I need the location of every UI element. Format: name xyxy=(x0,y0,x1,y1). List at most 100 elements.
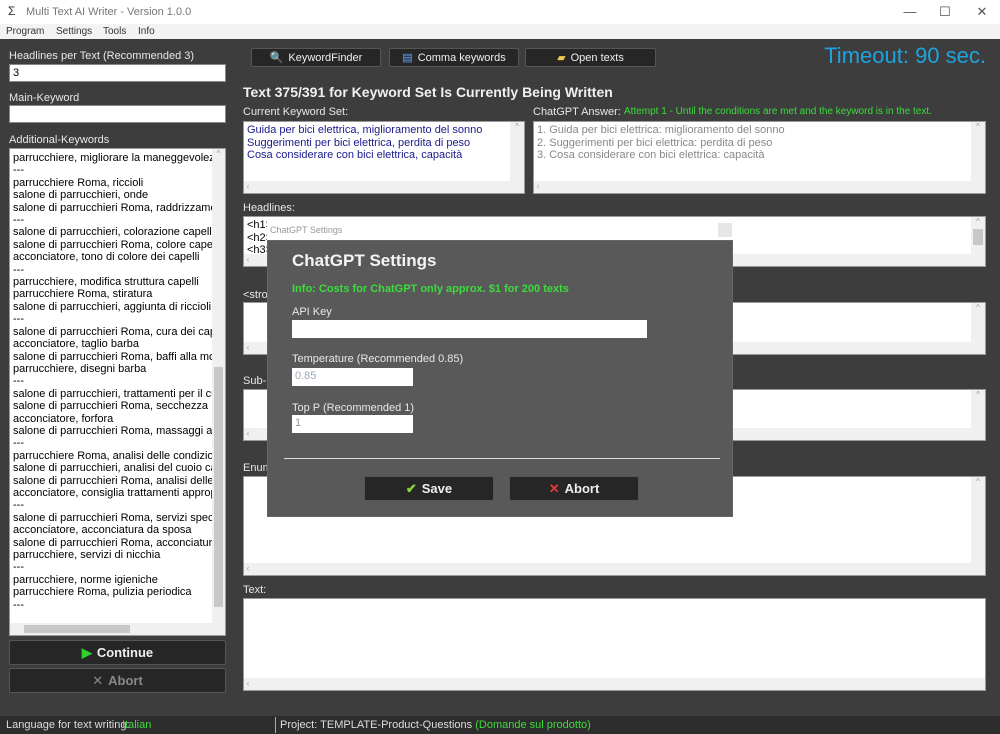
temperature-label: Temperature (Recommended 0.85) xyxy=(292,353,464,365)
keyword-line: salone di parrucchieri, aggiunta di ricc… xyxy=(13,300,212,313)
divider xyxy=(284,458,720,459)
main-keyword-label: Main-Keyword xyxy=(9,92,80,104)
menu-settings[interactable]: Settings xyxy=(56,26,92,37)
language-value: Italian xyxy=(122,719,152,731)
maximize-button[interactable]: ☐ xyxy=(930,4,960,20)
keyword-line: acconciatore, tono di colore dei capelli xyxy=(13,251,200,264)
comma-keywords-button[interactable]: ▤ Comma keywords xyxy=(389,48,519,67)
keyword-line: --- xyxy=(13,263,24,276)
keyword-line: salone di parrucchieri Roma, analisi del… xyxy=(13,474,214,487)
chatgpt-answer-textarea[interactable]: 1. Guida per bici elettrica: miglioramen… xyxy=(533,121,986,194)
keyword-line: --- xyxy=(13,499,24,512)
vertical-scrollbar[interactable]: ^ xyxy=(971,303,985,342)
horizontal-scrollbar[interactable]: ‹ xyxy=(244,563,985,575)
keyword-line: --- xyxy=(13,561,24,574)
keyword-line: --- xyxy=(13,598,24,611)
search-document-icon: 🔍 xyxy=(269,52,284,64)
chatgpt-answer-label: ChatGPT Answer: xyxy=(533,106,621,118)
current-keyword-set-textarea[interactable]: Guida per bici elettrica, miglioramento … xyxy=(243,121,525,194)
continue-label: Continue xyxy=(96,645,154,660)
keyword-line: --- xyxy=(13,313,24,326)
keywordfinder-button[interactable]: 🔍 KeywordFinder xyxy=(251,48,381,67)
progress-heading: Text 375/391 for Keyword Set Is Currentl… xyxy=(243,84,613,100)
top-p-input[interactable]: 1 xyxy=(292,415,413,433)
vertical-scrollbar[interactable]: ^ xyxy=(510,122,524,181)
export-document-icon: ▤ xyxy=(402,52,413,64)
additional-keywords-label: Additional-Keywords xyxy=(9,134,110,146)
status-divider xyxy=(275,717,276,733)
text-textarea[interactable]: ‹ xyxy=(243,598,986,691)
menu-program[interactable]: Program xyxy=(6,26,44,37)
keyword-line: salone di parrucchieri Roma, massaggi al… xyxy=(13,424,215,437)
main-keyword-input[interactable] xyxy=(9,105,226,123)
api-key-input[interactable] xyxy=(292,320,647,338)
keyword-line: salone di parrucchieri Roma, cura dei ca… xyxy=(13,325,215,338)
keyword-line: acconciatore, taglio barba xyxy=(13,338,139,351)
keyword-line: acconciatore, consiglia trattamenti appr… xyxy=(13,486,215,499)
chatgpt-settings-dialog: ChatGPT Settings Info: Costs for ChatGPT… xyxy=(267,240,733,517)
vertical-scrollbar[interactable]: ^ xyxy=(971,122,985,181)
vertical-scrollbar[interactable]: ^ xyxy=(971,477,985,563)
keyword-line: salone di parrucchieri, analisi del cuoi… xyxy=(13,462,215,475)
save-label: Save xyxy=(421,481,453,496)
continue-button[interactable]: ▶ Continue xyxy=(9,640,226,665)
folder-icon: ▰ xyxy=(557,52,566,64)
dialog-window-title: ChatGPT Settings xyxy=(270,225,343,235)
vertical-scrollbar[interactable]: ^ xyxy=(971,217,985,254)
timeout-display: Timeout: 90 sec. xyxy=(824,43,986,68)
comma-keywords-label: Comma keywords xyxy=(417,51,506,64)
keyword-line: salone di parrucchieri Roma, servizi spe… xyxy=(13,511,215,524)
keyword-line: --- xyxy=(13,375,24,388)
menu-tools[interactable]: Tools xyxy=(103,26,126,37)
horizontal-scrollbar[interactable] xyxy=(10,623,225,635)
headlines-per-text-label: Headlines per Text (Recommended 3) xyxy=(9,50,195,62)
horizontal-scrollbar[interactable]: ‹ xyxy=(534,181,985,193)
vertical-scrollbar[interactable]: ^ xyxy=(212,149,225,623)
x-icon: ✕ xyxy=(548,480,560,496)
close-button[interactable]: ✕ xyxy=(967,4,997,20)
keyword-line: parrucchiere, disegni barba xyxy=(13,362,147,375)
headlines-per-text-input[interactable]: 3 xyxy=(9,64,226,82)
x-icon: ✕ xyxy=(92,672,104,688)
minimize-button[interactable]: — xyxy=(895,4,925,19)
title-bar: Σ Multi Text AI Writer - Version 1.0.0 —… xyxy=(0,0,1000,24)
additional-keywords-textarea[interactable]: parrucchiere, migliorare la maneggevolez… xyxy=(9,148,226,636)
project-name: TEMPLATE-Product-Questions xyxy=(320,719,473,731)
checkmark-icon: ✔ xyxy=(405,480,417,496)
keyword-line: parrucchiere Roma, pulizia periodica xyxy=(13,586,192,599)
abort-button[interactable]: ✕ Abort xyxy=(9,668,226,693)
dialog-title: ChatGPT Settings xyxy=(292,251,437,270)
current-keyword-set-label: Current Keyword Set: xyxy=(243,106,349,118)
keyword-line: --- xyxy=(13,214,24,227)
keyword-line: parrucchiere Roma, riccioli xyxy=(13,176,144,189)
top-p-label: Top P (Recommended 1) xyxy=(292,402,415,414)
cost-info: Info: Costs for ChatGPT only approx. $1 … xyxy=(292,283,569,295)
horizontal-scrollbar[interactable]: ‹ xyxy=(244,678,985,690)
chatgpt-answer-text: 1. Guida per bici elettrica: miglioramen… xyxy=(537,124,785,161)
project-info: Project: TEMPLATE-Product-Questions (Dom… xyxy=(280,719,591,731)
dialog-abort-button[interactable]: ✕ Abort xyxy=(509,476,639,501)
keyword-line: --- xyxy=(13,164,24,177)
temperature-input[interactable]: 0.85 xyxy=(292,368,413,386)
app-icon: Σ xyxy=(8,4,16,18)
keyword-line: parrucchiere, modifica struttura capelli xyxy=(13,276,199,289)
save-button[interactable]: ✔ Save xyxy=(364,476,494,501)
project-note: (Domande sul prodotto) xyxy=(475,719,591,731)
open-texts-button[interactable]: ▰ Open texts xyxy=(525,48,656,67)
text-label: Text: xyxy=(243,584,267,596)
keyword-line: salone di parrucchieri Roma, colore cape… xyxy=(13,238,215,251)
keyword-line: acconciatore, forfora xyxy=(13,412,114,425)
keyword-line: --- xyxy=(13,437,24,450)
keyword-line: salone di parrucchieri, colorazione cape… xyxy=(13,226,215,239)
headlines-label: Headlines: xyxy=(243,202,295,214)
horizontal-scrollbar[interactable]: ‹ xyxy=(244,181,524,193)
vertical-scrollbar[interactable]: ^ xyxy=(971,390,985,428)
dialog-close-button[interactable] xyxy=(718,223,732,237)
menu-info[interactable]: Info xyxy=(138,26,155,37)
keyword-line: parrucchiere Roma, analisi delle condizi… xyxy=(13,449,215,462)
language-label: Language for text writing: xyxy=(6,719,130,731)
keyword-line: salone di parrucchieri, trattamenti per … xyxy=(13,387,215,400)
open-texts-label: Open texts xyxy=(570,51,624,64)
keyword-line: parrucchiere, norme igieniche xyxy=(13,573,158,586)
keyword-line: salone di parrucchieri, onde xyxy=(13,189,149,202)
